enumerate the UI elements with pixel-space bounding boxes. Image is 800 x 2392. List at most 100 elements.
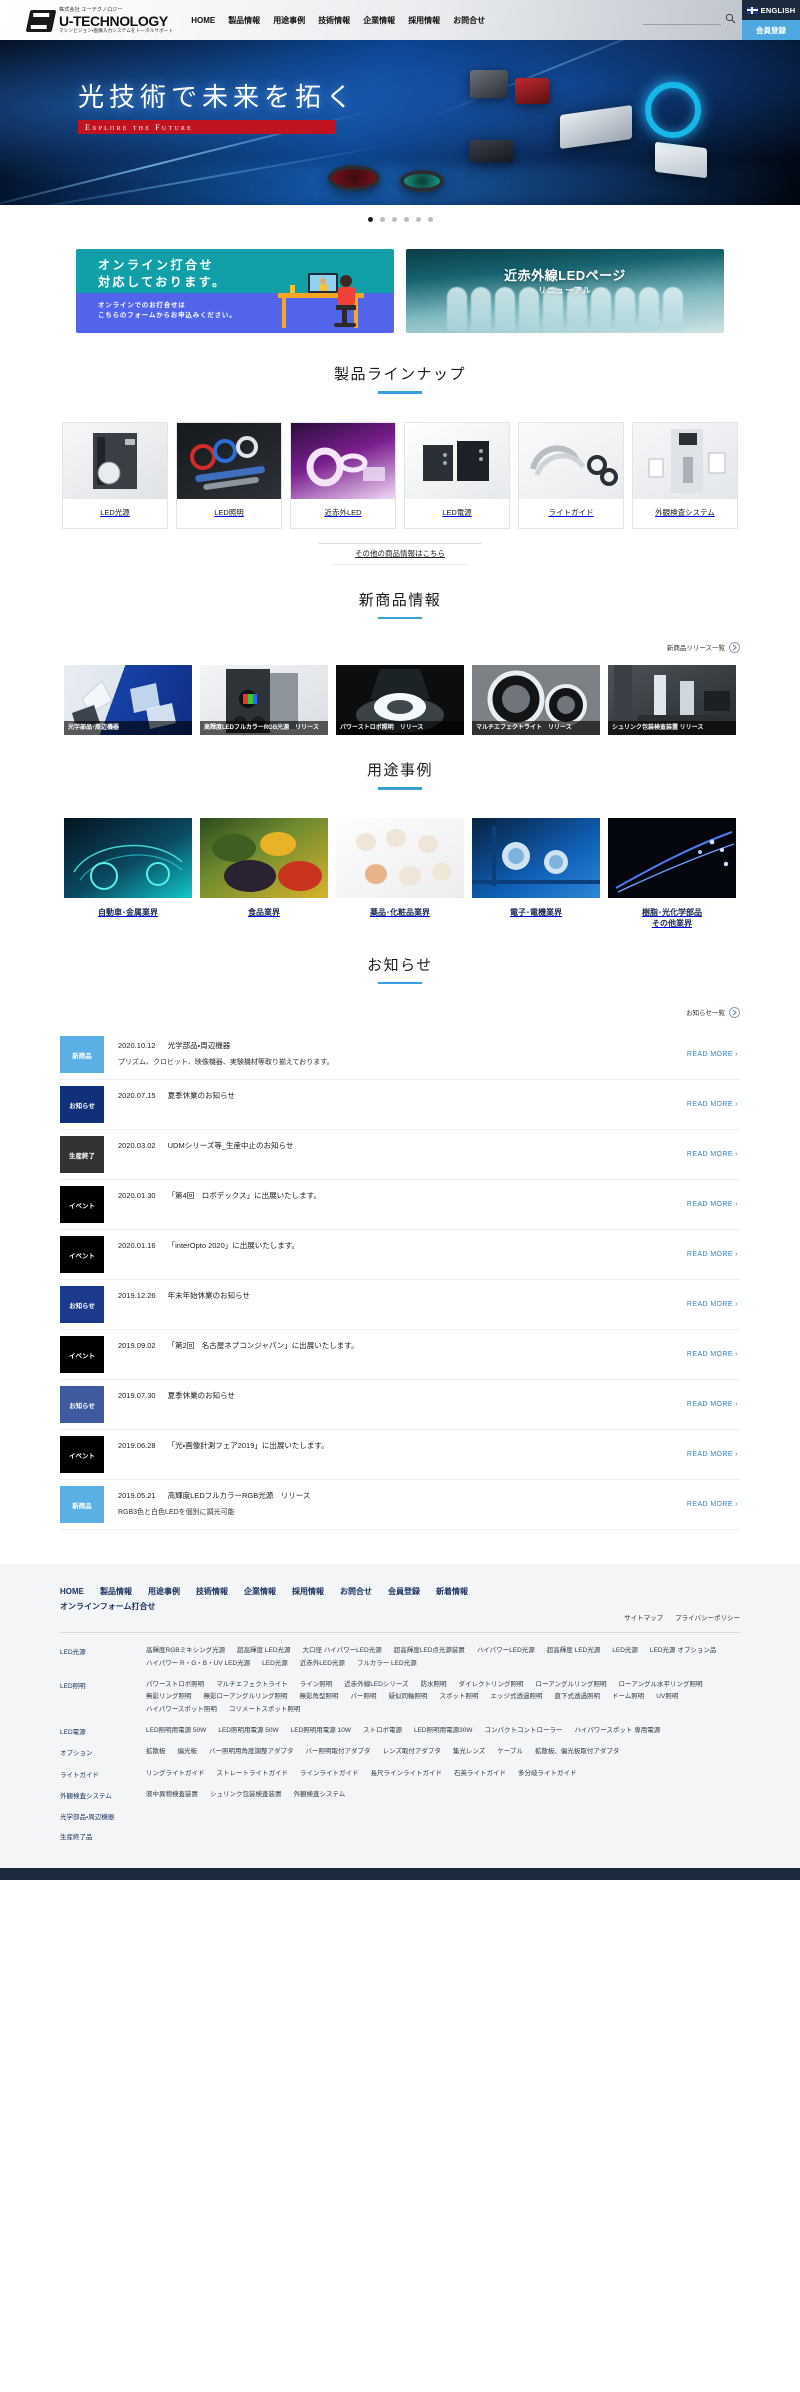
new-product-card-rgb-source[interactable]: 高輝度LEDフルカラーRGB光源 リリース [200, 665, 328, 735]
footer-link[interactable]: ストレートライトガイド [217, 1768, 289, 1780]
footer-link[interactable]: UV照明 [656, 1691, 678, 1703]
footer-link[interactable]: 高輝度RGBミキシング光源 [146, 1645, 225, 1657]
other-products-button[interactable]: その他の商品情報はこちら [318, 542, 482, 565]
nav-item-contact[interactable]: お問合せ [453, 15, 485, 26]
footer-nav-recruit[interactable]: 採用情報 [292, 1586, 324, 1597]
footer-link[interactable]: LED光源 オプション品 [650, 1645, 716, 1657]
footer-link[interactable]: ドーム照明 [612, 1691, 644, 1703]
footer-link[interactable]: 外観検査システム [294, 1789, 346, 1801]
footer-link[interactable]: LED光源 [262, 1658, 288, 1670]
use-case-card-electronics[interactable]: 電子･電機業界 [472, 817, 600, 930]
use-case-card-automotive[interactable]: 自動車･金属業界 [64, 817, 192, 930]
footer-nav-online-form[interactable]: オンラインフォーム打合せ [60, 1601, 724, 1612]
footer-nav-member[interactable]: 会員登録 [388, 1586, 420, 1597]
nav-item-company[interactable]: 企業情報 [363, 15, 395, 26]
footer-link[interactable]: 偏光板 [178, 1746, 198, 1758]
footer-link[interactable]: 直下式透過照明 [554, 1691, 600, 1703]
footer-link[interactable]: レンズ取付アダプタ [383, 1746, 441, 1758]
new-product-card-power-strobe[interactable]: パワーストロボ照明 リリース [336, 665, 464, 735]
footer-link[interactable]: ハイパワーLED光源 [477, 1645, 535, 1657]
footer-link[interactable]: ケーブル [497, 1746, 523, 1758]
footer-link[interactable]: 近赤外線LEDシリーズ [344, 1679, 408, 1691]
footer-link[interactable]: 拡散板、偏光板取付アダプタ [535, 1746, 620, 1758]
use-case-card-food[interactable]: 食品業界 [200, 817, 328, 930]
footer-category-name[interactable]: オプション [60, 1746, 146, 1758]
footer-link[interactable]: 防水照明 [421, 1679, 447, 1691]
footer-sitemap-link[interactable]: サイトマップ [624, 1612, 663, 1622]
footer-link[interactable]: パワーストロボ照明 [146, 1679, 204, 1691]
nav-item-home[interactable]: HOME [191, 16, 215, 25]
footer-link[interactable]: バー照明取付アダプタ [306, 1746, 371, 1758]
footer-nav-technology[interactable]: 技術情報 [196, 1586, 228, 1597]
footer-link[interactable]: ハイパワースポット照明 [146, 1704, 217, 1716]
hero-dot-5[interactable] [415, 216, 421, 222]
footer-link[interactable]: ローアングル水平リング照明 [619, 1679, 703, 1691]
footer-link[interactable]: ダイレクトリング照明 [459, 1679, 524, 1691]
footer-link[interactable]: リングライトガイド [146, 1768, 205, 1780]
product-card-light-guide[interactable]: ライトガイド [518, 421, 624, 529]
footer-link[interactable]: 大口径 ハイパワーLED光源 [303, 1645, 382, 1657]
news-read-more-link[interactable]: READ MORE › [687, 1330, 740, 1379]
footer-nav-news[interactable]: 新着情報 [436, 1586, 468, 1597]
product-card-led-power[interactable]: LED電源 [404, 421, 510, 529]
footer-link[interactable]: 長尺ラインライトガイド [371, 1768, 443, 1780]
footer-link[interactable]: エッジ式透過照明 [490, 1691, 542, 1703]
search-input[interactable] [643, 15, 721, 25]
news-row[interactable]: イベント 2019.09.02 「第2回 名古屋ネプコンジャパン」に出展いたしま… [60, 1330, 740, 1381]
footer-category-name[interactable]: LED光源 [60, 1645, 146, 1670]
news-read-more-link[interactable]: READ MORE › [687, 1130, 740, 1179]
site-logo[interactable]: 株式会社 ユーテクノロジー U-TECHNOLOGY マシンビジョン・画像入力シ… [0, 7, 173, 34]
footer-link[interactable]: ストロボ電源 [363, 1725, 402, 1737]
hero-slider[interactable]: 光技術で未来を拓く Explore the Future [0, 40, 800, 205]
footer-link[interactable]: 拡散板 [146, 1746, 166, 1758]
news-row[interactable]: イベント 2020.01.16 「interOpto 2020」に出展いたします… [60, 1230, 740, 1281]
footer-link[interactable]: 無影ローアングルリング照明 [204, 1691, 288, 1703]
news-row[interactable]: 新商品 2020.10.12 光学部品・周辺機器 プリズム、クロビット、映像機器… [60, 1030, 740, 1081]
nav-item-usecases[interactable]: 用途事例 [273, 15, 305, 26]
new-products-list-link[interactable]: 新商品リリース一覧 [667, 641, 740, 653]
footer-link[interactable]: 無影リング照明 [146, 1691, 192, 1703]
news-row[interactable]: 生産終了 2020.03.02 UDMシリーズ等_生産中止のお知らせ READ … [60, 1130, 740, 1181]
nav-item-recruit[interactable]: 採用情報 [408, 15, 440, 26]
footer-link[interactable]: LED照明用電源 10W [291, 1725, 351, 1737]
product-card-nir-led[interactable]: 近赤外LED [290, 421, 396, 529]
footer-link[interactable]: フルカラー LED光源 [357, 1658, 417, 1670]
footer-nav-usecases[interactable]: 用途事例 [148, 1586, 180, 1597]
english-button[interactable]: ENGLISH [742, 0, 800, 20]
news-read-more-link[interactable]: READ MORE › [687, 1430, 740, 1479]
hero-dot-4[interactable] [403, 216, 409, 222]
nav-item-technology[interactable]: 技術情報 [318, 15, 350, 26]
footer-link[interactable]: ハイパワー R・G・B・UV LED光源 [146, 1658, 250, 1670]
footer-link[interactable]: ラインライトガイド [300, 1768, 359, 1780]
footer-link[interactable]: 液中異物検査装置 [146, 1789, 198, 1801]
footer-link[interactable]: コリメートスポット照明 [229, 1704, 301, 1716]
news-read-more-link[interactable]: READ MORE › [687, 1380, 740, 1429]
new-product-card-shrink-inspection[interactable]: シュリンク包装検査装置 リリース [608, 665, 736, 735]
news-read-more-link[interactable]: READ MORE › [687, 1030, 740, 1079]
footer-link[interactable]: 超高輝度 LED光源 [547, 1645, 600, 1657]
new-product-card-multi-effect-light[interactable]: マルチエフェクトライト リリース [472, 665, 600, 735]
news-row[interactable]: イベント 2019.06.28 「光・画像計測フェア2019」に出展いたします。… [60, 1430, 740, 1481]
footer-link[interactable]: ライン照明 [300, 1679, 333, 1691]
news-list-link[interactable]: お知らせ一覧 [686, 1006, 740, 1018]
footer-category-name[interactable]: 外観検査システム [60, 1789, 146, 1801]
nav-item-products[interactable]: 製品情報 [228, 15, 260, 26]
footer-nav-home[interactable]: HOME [60, 1587, 84, 1596]
news-row[interactable]: お知らせ 2020.07.15 夏季休業のお知らせ READ MORE › [60, 1080, 740, 1131]
new-product-card-optics[interactable]: 光学部品･周辺機器 [64, 665, 192, 735]
news-read-more-link[interactable]: READ MORE › [687, 1230, 740, 1279]
use-case-card-pharma-cosmetics[interactable]: 薬品･化粧品業界 [336, 817, 464, 930]
use-case-card-resin-optical[interactable]: 樹脂･光化学部品 その他業界 [608, 817, 736, 930]
footer-link[interactable]: LED照明用電源 50W [146, 1725, 206, 1737]
banner-nir-led[interactable]: 近赤外線LEDページ リニューアル [406, 249, 724, 333]
product-card-led-lighting[interactable]: LED照明 [176, 421, 282, 529]
footer-nav-company[interactable]: 企業情報 [244, 1586, 276, 1597]
footer-link[interactable]: LED光源 [612, 1645, 638, 1657]
footer-link[interactable]: バー照明用角度調整アダプタ [209, 1746, 294, 1758]
footer-link[interactable]: 無影角型照明 [299, 1691, 338, 1703]
hero-dot-3[interactable] [391, 216, 397, 222]
product-card-led-light-source[interactable]: LED光源 [62, 421, 168, 529]
footer-link[interactable]: 石英ライトガイド [454, 1768, 506, 1780]
footer-link[interactable]: 疑似同軸照明 [388, 1691, 427, 1703]
banner-online-meeting[interactable]: オンライン打合せ 対応しております。 オンラインでのお打合せは こちらのフォーム… [76, 249, 394, 333]
